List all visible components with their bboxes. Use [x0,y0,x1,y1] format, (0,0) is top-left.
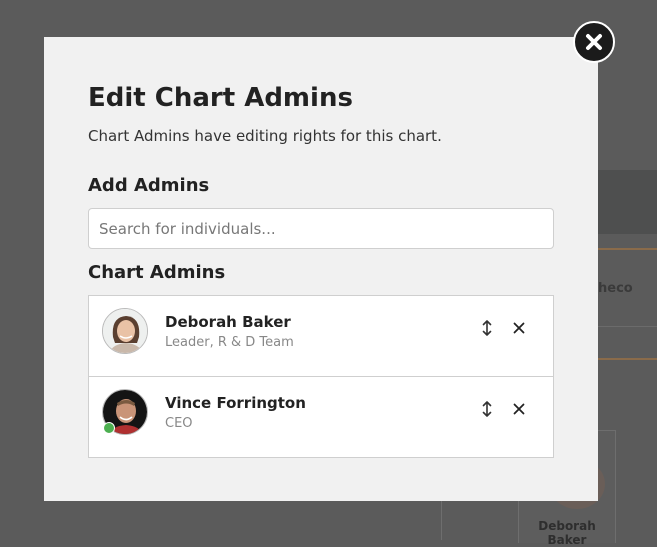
x-icon[interactable] [511,400,527,418]
admin-name: Deborah Baker [165,313,291,331]
background-divider [598,248,657,250]
close-icon [586,34,602,50]
background-card-border [441,500,442,540]
close-button[interactable] [573,21,615,63]
admin-list: Deborah Baker Leader, R & D Team Vince F… [88,295,554,458]
admin-name: Vince Forrington [165,394,306,412]
chart-admins-heading: Chart Admins [88,262,226,283]
background-divider [598,358,657,360]
background-card-name: Deborah Baker [538,519,596,547]
reorder-arrows-icon[interactable] [479,319,495,337]
edit-chart-admins-dialog: Edit Chart Admins Chart Admins have edit… [44,37,598,501]
list-item: Vince Forrington CEO [89,377,553,457]
online-status-indicator [103,422,115,434]
avatar [102,308,148,354]
dialog-subtitle: Chart Admins have editing rights for thi… [88,127,442,145]
background-header-band [598,170,657,234]
admin-role: CEO [165,416,193,431]
reorder-arrows-icon[interactable] [479,400,495,418]
admin-role: Leader, R & D Team [165,335,294,350]
dialog-title: Edit Chart Admins [88,83,353,113]
background-divider [598,326,657,327]
list-item: Deborah Baker Leader, R & D Team [89,296,553,377]
search-input[interactable] [88,208,554,249]
background-name-fragment: heco [598,281,633,296]
x-icon[interactable] [511,319,527,337]
add-admins-heading: Add Admins [88,175,210,196]
